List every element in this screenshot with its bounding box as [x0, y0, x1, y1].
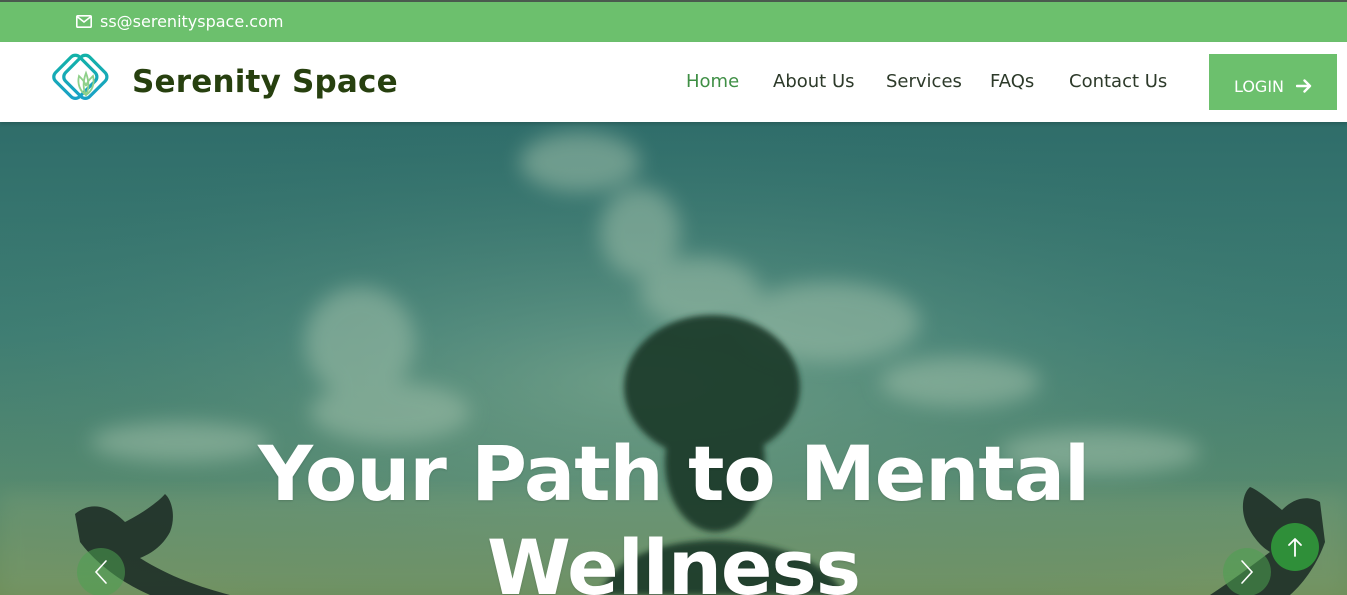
contact-email-text[interactable]: ss@serenityspace.com	[100, 12, 283, 31]
chevron-right-icon	[1241, 560, 1254, 584]
arrow-up-icon	[1288, 538, 1302, 557]
hero-title: Your Path to Mental Wellness	[0, 427, 1347, 595]
carousel-next-button[interactable]	[1223, 548, 1271, 595]
nav-item-services[interactable]: Services	[886, 71, 962, 92]
scroll-to-top-button[interactable]	[1271, 523, 1319, 571]
contact-email[interactable]: ss@serenityspace.com	[76, 12, 283, 31]
login-button-label: LOGIN	[1233, 76, 1285, 96]
carousel-prev-button[interactable]	[77, 548, 125, 595]
lotus-logo-icon	[52, 53, 109, 100]
arrow-right-icon	[1296, 79, 1312, 93]
hero-section: Your Path to Mental Wellness	[0, 122, 1347, 595]
chevron-left-icon	[94, 560, 107, 584]
nav-item-home[interactable]: Home	[686, 71, 739, 92]
brand-name[interactable]: Serenity Space	[132, 64, 398, 100]
hero-title-line-2: Wellness	[487, 523, 861, 595]
top-contact-bar: ss@serenityspace.com	[0, 0, 1347, 42]
nav-item-faqs[interactable]: FAQs	[990, 71, 1034, 92]
brand[interactable]: Serenity Space	[50, 51, 398, 113]
mail-icon	[76, 15, 92, 28]
login-button[interactable]: LOGIN	[1209, 54, 1337, 110]
hero-title-line-1: Your Path to Mental	[257, 429, 1090, 518]
main-navbar: Serenity Space Home About Us Services FA…	[0, 42, 1347, 122]
nav-item-about-us[interactable]: About Us	[773, 71, 855, 92]
nav-item-contact-us[interactable]: Contact Us	[1069, 71, 1167, 92]
